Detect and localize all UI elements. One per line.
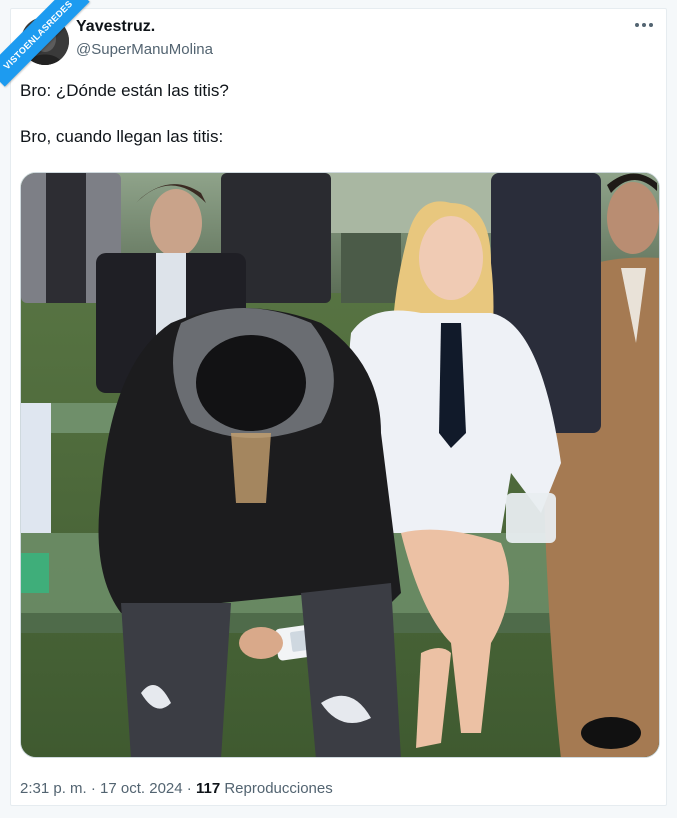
tweet-photo[interactable] xyxy=(20,172,660,758)
views-label: Reproducciones xyxy=(220,780,333,797)
tweet-metadata: 2:31 p. m. · 17 oct. 2024 · 117 Reproduc… xyxy=(20,780,333,797)
tweet-text: Bro: ¿Dónde están las titis? Bro, cuando… xyxy=(20,79,640,149)
user-handle[interactable]: @SuperManuMolina xyxy=(76,41,213,58)
display-name[interactable]: Yavestruz. xyxy=(76,18,155,36)
more-horizontal-icon xyxy=(635,23,653,27)
separator: · xyxy=(86,780,101,797)
tweet-text-line: Bro, cuando llegan las titis: xyxy=(20,127,224,146)
separator: · xyxy=(182,780,196,797)
more-options-icon[interactable] xyxy=(632,15,656,35)
tweet-card: Yavestruz. @SuperManuMolina Bro: ¿Dónde … xyxy=(10,8,667,806)
tweet-text-line: Bro: ¿Dónde están las titis? xyxy=(20,81,229,100)
views-count: 117 xyxy=(195,780,221,797)
tweet-time[interactable]: 2:31 p. m. xyxy=(20,780,87,797)
photo-illustration xyxy=(21,173,659,757)
tweet-date[interactable]: 17 oct. 2024 xyxy=(100,780,183,797)
